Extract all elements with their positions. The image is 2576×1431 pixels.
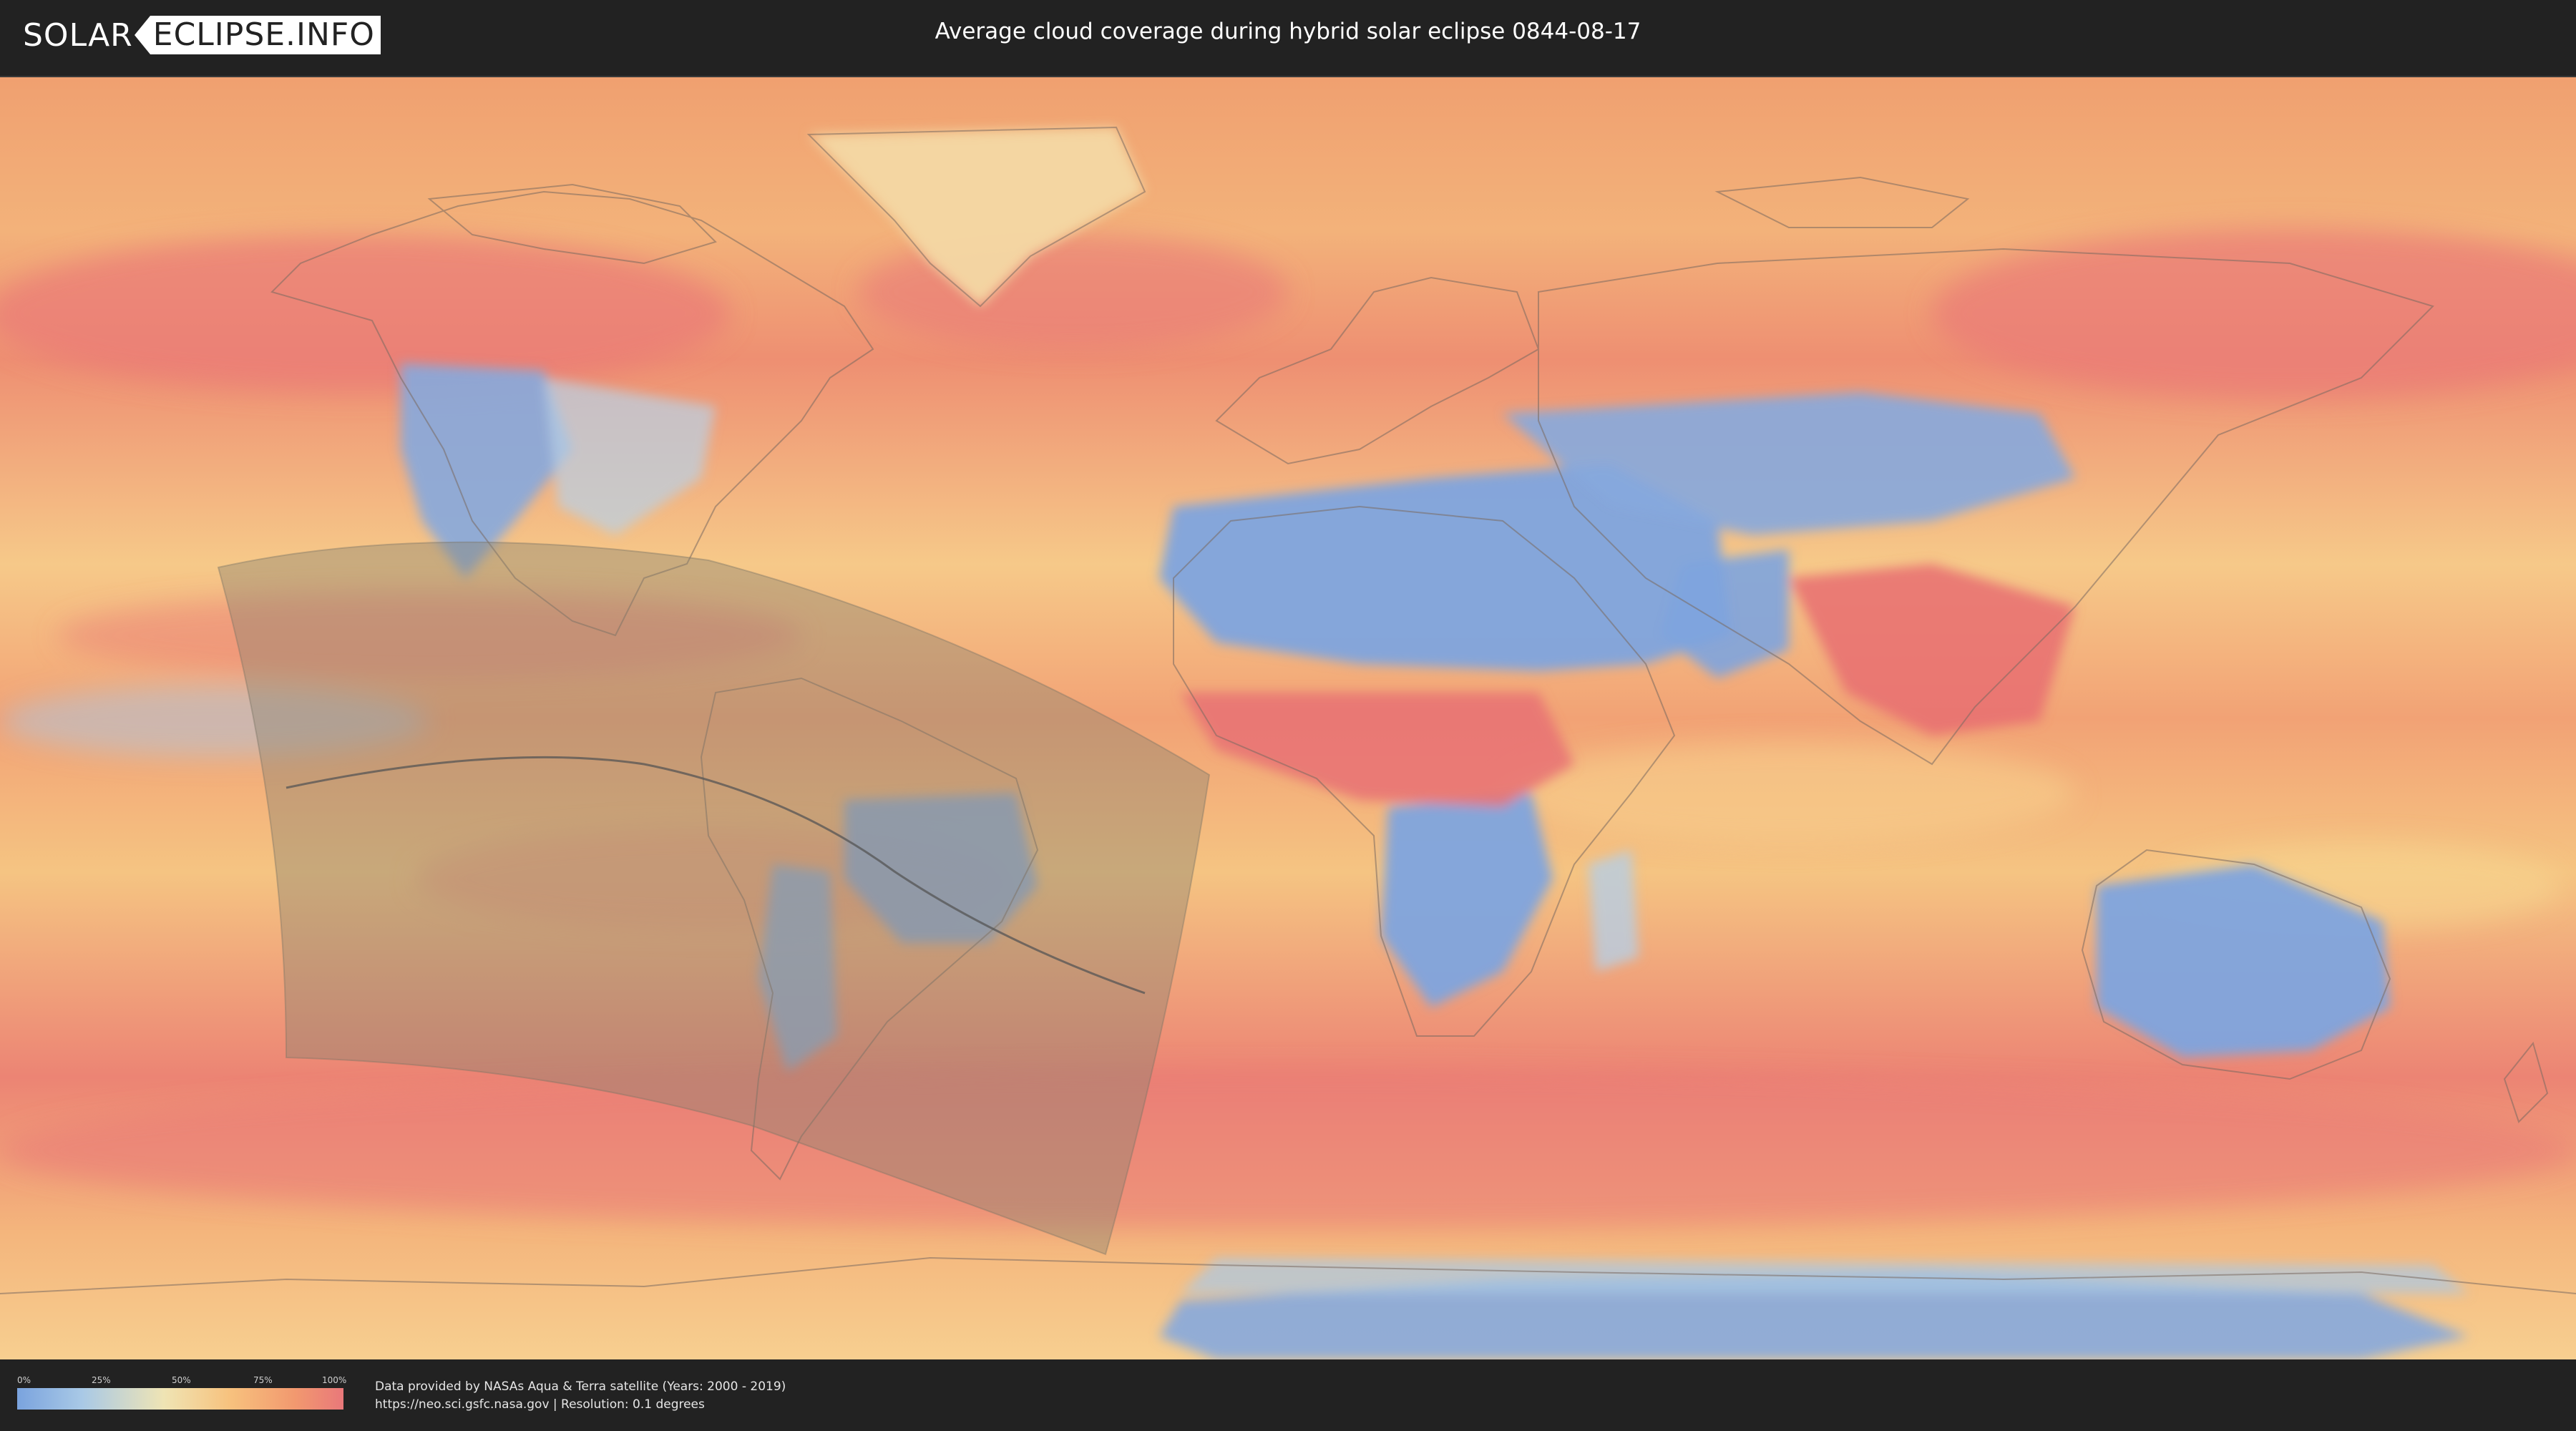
- cloud-coverage-legend: 0% 25% 50% 75% 100%: [17, 1375, 347, 1410]
- legend-tick-25: 25%: [92, 1375, 111, 1385]
- legend-tick-75: 75%: [253, 1375, 273, 1385]
- data-credits: Data provided by NASAs Aqua & Terra sate…: [375, 1378, 786, 1414]
- map-canvas: [0, 77, 2576, 1359]
- legend-tick-100: 100%: [322, 1375, 347, 1385]
- footer-bar: 0% 25% 50% 75% 100% Data provided by NAS…: [0, 1359, 2576, 1431]
- header-bar: SOLAR ECLIPSE.INFO Average cloud coverag…: [0, 0, 2576, 72]
- legend-color-bar: [17, 1388, 343, 1410]
- legend-tick-50: 50%: [172, 1375, 191, 1385]
- legend-ticks: 0% 25% 50% 75% 100%: [17, 1375, 347, 1388]
- credit-line-source: Data provided by NASAs Aqua & Terra sate…: [375, 1379, 786, 1394]
- legend-tick-0: 0%: [17, 1375, 31, 1385]
- page-title: Average cloud coverage during hybrid sol…: [935, 19, 1641, 44]
- credit-line-url[interactable]: https://neo.sci.gsfc.nasa.gov | Resoluti…: [375, 1396, 786, 1414]
- cloud-coverage-map[interactable]: [0, 76, 2576, 1361]
